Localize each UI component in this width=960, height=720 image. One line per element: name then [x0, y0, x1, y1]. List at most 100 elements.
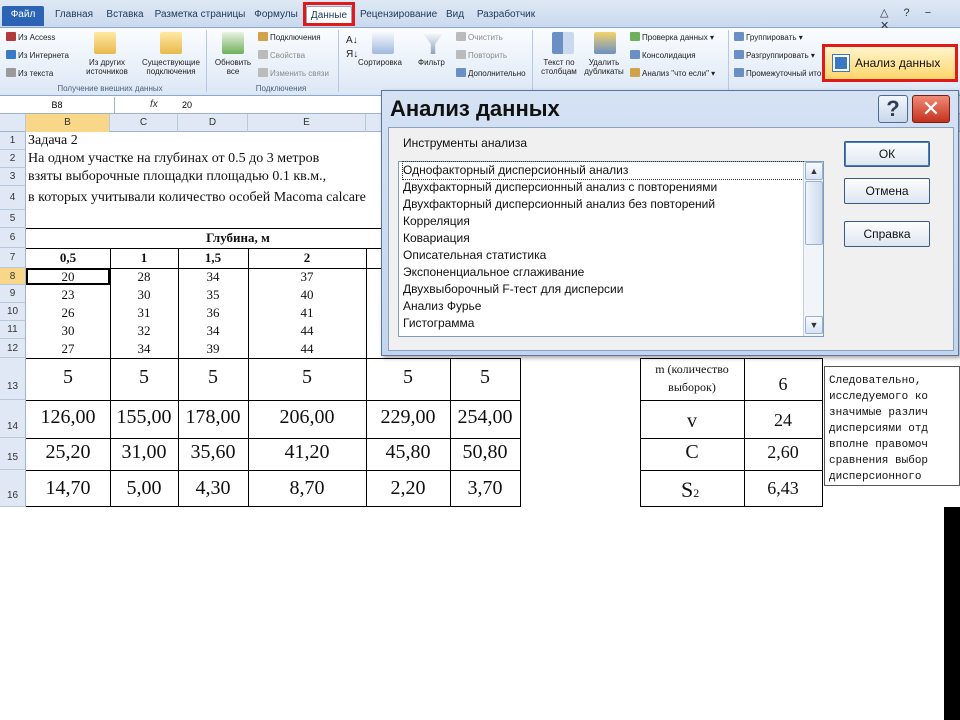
- col-header-d[interactable]: D: [178, 114, 248, 132]
- help-button[interactable]: Справка: [844, 221, 930, 247]
- count-cell[interactable]: 5: [26, 366, 110, 389]
- sort-az-icon[interactable]: A↓ Я↓: [346, 34, 358, 62]
- data-cell[interactable]: 23: [26, 287, 110, 303]
- sum-cell[interactable]: 229,00: [366, 406, 450, 429]
- data-cell[interactable]: 34: [178, 323, 248, 339]
- from-access-button[interactable]: Из Access: [6, 32, 55, 42]
- name-box[interactable]: B8: [0, 97, 115, 113]
- mean-cell[interactable]: 31,00: [110, 441, 178, 464]
- tab-review[interactable]: Рецензирование: [360, 6, 437, 26]
- mean-cell[interactable]: 50,80: [450, 441, 520, 464]
- subtotal-button[interactable]: Промежуточный итог: [734, 68, 824, 78]
- mean-cell[interactable]: 45,80: [366, 441, 450, 464]
- row-header[interactable]: 15: [0, 438, 26, 470]
- from-web-button[interactable]: Из Интернета: [6, 50, 69, 60]
- sum-cell[interactable]: 206,00: [248, 406, 366, 429]
- consolidate-button[interactable]: Консолидация: [630, 50, 696, 60]
- row-header[interactable]: 4: [0, 186, 26, 210]
- list-item[interactable]: Экспоненциальное сглаживание: [403, 264, 803, 281]
- data-cell[interactable]: 32: [110, 323, 178, 339]
- what-if-button[interactable]: Анализ "что если" ▾: [630, 68, 715, 78]
- tab-developer[interactable]: Разработчик: [476, 6, 536, 26]
- row-header[interactable]: 14: [0, 400, 26, 438]
- variance-cell[interactable]: 2,20: [366, 477, 450, 500]
- row-header[interactable]: 1: [0, 132, 26, 150]
- data-cell[interactable]: 31: [110, 305, 178, 321]
- row-header[interactable]: 13: [0, 358, 26, 400]
- data-cell[interactable]: 35: [178, 287, 248, 303]
- variance-cell[interactable]: 8,70: [248, 477, 366, 500]
- from-other-sources-button[interactable]: Из других источников: [76, 58, 138, 76]
- scroll-up-icon[interactable]: ▲: [805, 162, 823, 180]
- row-header[interactable]: 3: [0, 168, 26, 186]
- m-value[interactable]: 6: [745, 374, 821, 395]
- v-value[interactable]: 24: [745, 410, 821, 431]
- analysis-tools-list[interactable]: Однофакторный дисперсионный анализ Двухф…: [398, 161, 824, 337]
- count-cell[interactable]: 5: [248, 366, 366, 389]
- row-header[interactable]: 12: [0, 339, 26, 358]
- scroll-thumb[interactable]: [805, 181, 823, 245]
- data-cell[interactable]: 30: [26, 323, 110, 339]
- tab-home[interactable]: Главная: [50, 6, 98, 26]
- tab-file[interactable]: Файл: [2, 6, 44, 26]
- clear-filter-button[interactable]: Очистить: [456, 32, 503, 42]
- properties-button[interactable]: Свойства: [258, 50, 305, 60]
- list-item[interactable]: Однофакторный дисперсионный анализ: [402, 161, 804, 180]
- list-item[interactable]: Двухвыборочный F-тест для дисперсии: [403, 281, 803, 298]
- text-to-columns-button[interactable]: Текст по столбцам: [536, 58, 582, 76]
- reapply-button[interactable]: Повторить: [456, 50, 507, 60]
- cancel-button[interactable]: Отмена: [844, 178, 930, 204]
- tab-view[interactable]: Вид: [440, 6, 470, 26]
- variance-cell[interactable]: 14,70: [26, 477, 110, 500]
- ungroup-button[interactable]: Разгруппировать ▾: [734, 50, 815, 60]
- data-cell[interactable]: 34: [178, 269, 248, 285]
- row-header[interactable]: 8: [0, 268, 26, 285]
- col-header-c[interactable]: C: [110, 114, 178, 132]
- list-item[interactable]: Двухфакторный дисперсионный анализ с пов…: [403, 179, 803, 196]
- data-analysis-button[interactable]: Анализ данных: [822, 44, 958, 82]
- mean-cell[interactable]: 35,60: [178, 441, 248, 464]
- tab-insert[interactable]: Вставка: [102, 6, 148, 26]
- data-cell[interactable]: 28: [110, 269, 178, 285]
- row-header[interactable]: 9: [0, 285, 26, 303]
- tab-page-layout[interactable]: Разметка страницы: [152, 6, 248, 26]
- data-cell[interactable]: 40: [248, 287, 366, 303]
- data-cell[interactable]: 39: [178, 341, 248, 357]
- select-all-corner[interactable]: [0, 114, 26, 132]
- col-header-e[interactable]: E: [248, 114, 366, 132]
- existing-connections-button[interactable]: Существующие подключения: [138, 58, 204, 76]
- sum-cell[interactable]: 254,00: [450, 406, 520, 429]
- group-button[interactable]: Группировать ▾: [734, 32, 803, 42]
- variance-cell[interactable]: 4,30: [178, 477, 248, 500]
- ok-button[interactable]: ОК: [844, 141, 930, 167]
- mean-cell[interactable]: 41,20: [248, 441, 366, 464]
- active-cell-b8[interactable]: [26, 268, 110, 285]
- row-header[interactable]: 2: [0, 150, 26, 168]
- filter-button[interactable]: Фильтр: [418, 58, 445, 67]
- list-item[interactable]: Ковариация: [403, 230, 803, 247]
- data-cell[interactable]: 41: [248, 305, 366, 321]
- close-icon[interactable]: ✕: [912, 95, 950, 123]
- data-cell[interactable]: 44: [248, 323, 366, 339]
- s-value[interactable]: 6,43: [745, 478, 821, 499]
- fx-icon[interactable]: fx: [150, 97, 158, 113]
- edit-links-button[interactable]: Изменить связи: [258, 68, 329, 78]
- sum-cell[interactable]: 126,00: [26, 406, 110, 429]
- list-item[interactable]: Двухфакторный дисперсионный анализ без п…: [403, 196, 803, 213]
- list-scrollbar[interactable]: ▲ ▼: [803, 162, 823, 336]
- row-header[interactable]: 6: [0, 228, 26, 248]
- scroll-down-icon[interactable]: ▼: [805, 316, 823, 334]
- row-header[interactable]: 7: [0, 248, 26, 268]
- count-cell[interactable]: 5: [110, 366, 178, 389]
- window-controls[interactable]: △ ? − ✕: [880, 6, 958, 32]
- data-validation-button[interactable]: Проверка данных ▾: [630, 32, 714, 42]
- data-cell[interactable]: 30: [110, 287, 178, 303]
- count-cell[interactable]: 5: [366, 366, 450, 389]
- data-cell[interactable]: 27: [26, 341, 110, 357]
- c-value[interactable]: 2,60: [745, 442, 821, 463]
- row-header[interactable]: 10: [0, 303, 26, 321]
- formula-input[interactable]: 20: [182, 97, 192, 113]
- refresh-all-button[interactable]: Обновить все: [210, 58, 256, 76]
- remove-duplicates-button[interactable]: Удалить дубликаты: [580, 58, 628, 76]
- col-header-b[interactable]: B: [26, 114, 110, 132]
